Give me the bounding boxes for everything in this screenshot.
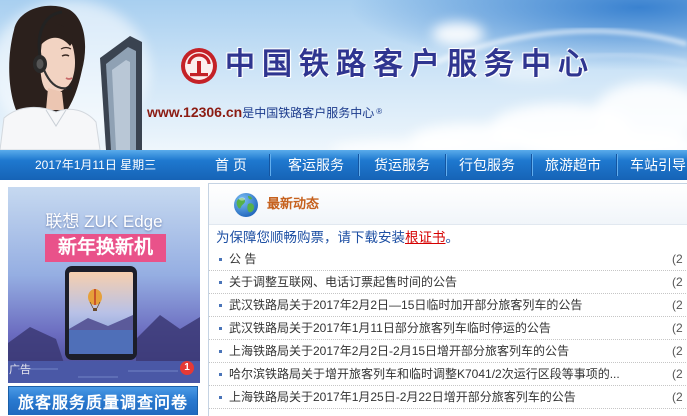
news-item[interactable]: 公 告 (2 xyxy=(209,248,687,271)
news-header: 最新动态 xyxy=(209,184,687,225)
news-list: 公 告 (2 关于调整互联网、电话订票起售时间的公告 (2 武汉铁路局关于201… xyxy=(209,248,687,409)
news-item-date: (2 xyxy=(672,344,683,358)
news-item-title[interactable]: 上海铁路局关于2017年1月25日-2月22日增开部分旅客列车的公告 xyxy=(229,386,576,408)
news-title: 最新动态 xyxy=(267,196,320,211)
news-item-title[interactable]: 上海铁路局关于2017年2月2日-2月15日增开部分旅客列车的公告 xyxy=(229,340,569,362)
nav-item-parcel-service[interactable]: 行包服务 xyxy=(459,150,515,180)
registered-mark: ® xyxy=(376,107,383,116)
globe-icon xyxy=(234,193,258,217)
site-url: www.12306.cn xyxy=(147,104,243,120)
news-item[interactable]: 关于调整互联网、电话订票起售时间的公告 (2 xyxy=(209,271,687,294)
site-header: 中国铁路客户服务中心 www.12306.cn是中国铁路客户服务中心 ® xyxy=(0,0,687,150)
news-item[interactable]: 上海铁路局关于2017年1月25日-2月22日增开部分旅客列车的公告 (2 xyxy=(209,386,687,409)
nav-item-travel-mall[interactable]: 旅游超市 xyxy=(545,150,601,180)
news-item[interactable]: 上海铁路局关于2017年2月2日-2月15日增开部分旅客列车的公告 (2 xyxy=(209,340,687,363)
ad-slide-indicator[interactable]: 1 xyxy=(180,361,194,375)
nav-separator xyxy=(616,154,617,176)
news-item-title[interactable]: 公 告 xyxy=(229,248,256,270)
square-bullet-icon xyxy=(219,281,222,284)
root-certificate-link[interactable]: 根证书 xyxy=(405,230,446,245)
news-item[interactable]: 哈尔滨铁路局关于增开旅客列车和临时调整K7041/2次运行区段等事项的... (… xyxy=(209,363,687,386)
news-item[interactable]: 武汉铁路局关于2017年1月11日部分旅客列车临时停运的公告 (2 xyxy=(209,317,687,340)
ad-banner[interactable]: 联想 ZUK Edge 新年换新机 广告 1 xyxy=(8,187,200,383)
survey-button[interactable]: 旅客服务质量调查问卷 xyxy=(8,386,198,415)
news-item-date: (2 xyxy=(672,298,683,312)
nav-item-home[interactable]: 首 页 xyxy=(215,150,247,180)
news-item-title[interactable]: 关于调整互联网、电话订票起售时间的公告 xyxy=(229,271,457,293)
notice-text-end: 。 xyxy=(445,230,460,245)
nav-separator xyxy=(358,154,359,176)
current-date: 2017年1月11日 星期三 xyxy=(35,158,157,172)
news-panel: 最新动态 为保障您顺畅购票，请下载安装根证书。 公 告 (2 关于调整互联网、电… xyxy=(208,183,687,416)
news-item-date: (2 xyxy=(672,252,683,266)
square-bullet-icon xyxy=(219,396,222,399)
square-bullet-icon xyxy=(219,304,222,307)
site-url-line: www.12306.cn是中国铁路客户服务中心 ® xyxy=(147,103,382,121)
site-url-description: 是中国铁路客户服务中心 xyxy=(242,106,375,120)
news-item-date: (2 xyxy=(672,321,683,335)
square-bullet-icon xyxy=(219,327,222,330)
news-item-title[interactable]: 哈尔滨铁路局关于增开旅客列车和临时调整K7041/2次运行区段等事项的... xyxy=(229,363,620,385)
notice-text: 为保障您顺畅购票，请下载安装 xyxy=(216,230,405,245)
nav-item-freight-service[interactable]: 货运服务 xyxy=(374,150,430,180)
news-item-date: (2 xyxy=(672,367,683,381)
china-railway-logo-icon[interactable] xyxy=(180,47,218,85)
nav-separator xyxy=(531,154,532,176)
nav-separator xyxy=(445,154,446,176)
site-title: 中国铁路客户服务中心 xyxy=(225,47,595,82)
news-item[interactable]: 武汉铁路局关于2017年2月2日—15日临时加开部分旅客列车的公告 (2 xyxy=(209,294,687,317)
square-bullet-icon xyxy=(219,258,222,261)
ad-slogan-banner: 新年换新机 xyxy=(45,234,166,262)
nav-separator xyxy=(269,154,270,176)
news-item-date: (2 xyxy=(672,390,683,404)
ad-label: 广告 xyxy=(9,364,31,376)
ad-brand-text: 联想 ZUK Edge xyxy=(45,212,163,231)
certificate-notice: 为保障您顺畅购票，请下载安装根证书。 xyxy=(216,229,459,247)
nav-item-station-guide[interactable]: 车站引导 xyxy=(630,150,686,180)
news-item-title[interactable]: 武汉铁路局关于2017年1月11日部分旅客列车临时停运的公告 xyxy=(229,317,551,339)
main-nav: 2017年1月11日 星期三 首 页 客运服务 货运服务 行包服务 旅游超市 车… xyxy=(0,150,687,180)
square-bullet-icon xyxy=(219,373,222,376)
nav-item-passenger-service[interactable]: 客运服务 xyxy=(288,150,344,180)
news-item-date: (2 xyxy=(672,275,683,289)
square-bullet-icon xyxy=(219,350,222,353)
news-item-title[interactable]: 武汉铁路局关于2017年2月2日—15日临时加开部分旅客列车的公告 xyxy=(229,294,582,316)
